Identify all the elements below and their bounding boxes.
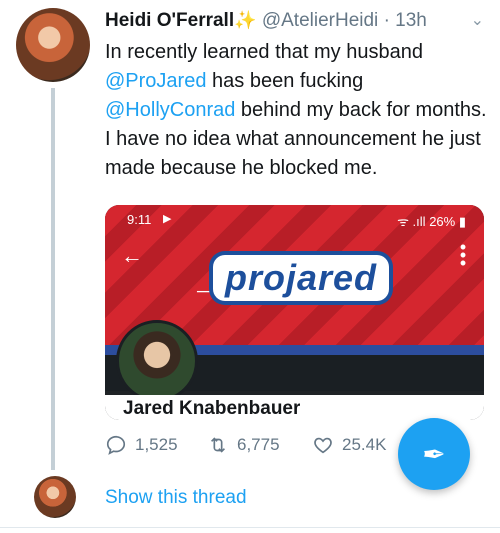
divider [0,527,500,528]
tweet-text-part: has been fucking [206,70,364,92]
like-count: 25.4K [342,435,387,454]
status-right: ᯤ .ıll 26% ▮ [397,212,466,230]
reply-icon [106,435,126,455]
meta-separator: · [383,10,390,31]
back-arrow-icon: ← [121,243,143,268]
plug-icon: ─ [197,281,210,301]
battery-icon: ▮ [458,214,466,229]
projared-logo: projared [213,255,390,301]
tweet-header: Heidi O'Ferrall✨ @AtelierHeidi · 13h ⌄ [105,10,490,36]
mention-link[interactable]: @ProJared [105,70,206,92]
mention-link[interactable]: @HollyConrad [105,99,235,121]
tweet-age: 13h [395,10,427,31]
retweet-count: 6,775 [237,435,280,454]
tweet-text-part: In recently learned that my husband [105,41,423,63]
thread-connector-line [51,88,55,470]
compose-tweet-button[interactable]: ✒ [398,418,470,490]
profile-card: Jared Knabenbauer [105,395,484,420]
compose-feather-icon: ✒ [422,438,446,470]
sparkle-icon: ✨ [234,10,257,30]
retweet-icon [210,437,226,453]
heart-icon [314,437,332,454]
embedded-screenshot[interactable]: 9:11 ▶ ᯤ .ıll 26% ▮ ← • • • ─ projared Jar… [105,205,484,420]
status-time: 9:11 [127,212,152,227]
tweet-actions: 1,525 6,775 25.4K [105,434,405,464]
reply-count: 1,525 [135,435,178,454]
status-app-icon: ▶ [163,213,172,225]
show-thread-link[interactable]: Show this thread [105,487,247,509]
author-name[interactable]: Heidi O'Ferrall [105,10,234,31]
profile-display-name: Jared Knabenbauer [123,398,301,419]
phone-status-bar: 9:11 ▶ ᯤ .ıll 26% ▮ [105,205,484,231]
profile-photo [116,320,198,402]
battery-level: 26% [429,214,456,229]
author-avatar[interactable] [16,8,90,82]
signal-icon: ᯤ .ıll [397,214,426,229]
chevron-down-icon[interactable]: ⌄ [471,10,484,30]
like-button[interactable]: 25.4K [312,434,386,456]
tweet-text: In recently learned that my husband @Pro… [105,38,490,183]
reply-button[interactable]: 1,525 [105,434,178,456]
retweet-button[interactable]: 6,775 [207,434,280,456]
more-options-icon: • • • [459,237,467,273]
thread-avatar[interactable] [34,476,76,518]
author-handle[interactable]: @AtelierHeidi [262,10,378,31]
